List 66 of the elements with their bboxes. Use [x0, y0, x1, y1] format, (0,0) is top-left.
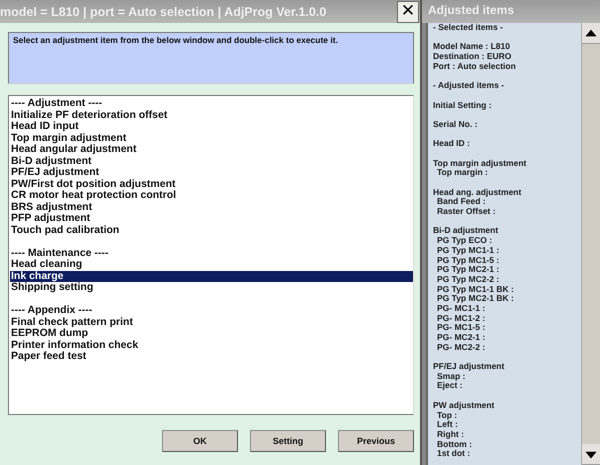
info-line: PG Typ MC2-1 BK : [436, 294, 515, 304]
info-line: PG Typ MC1-1 : [436, 246, 500, 256]
list-item[interactable]: CR motor heat protection control [10, 190, 413, 202]
panel-title: Adjusted items [422, 0, 600, 23]
scroll-down-icon[interactable] [582, 444, 600, 465]
info-line: PG- MC2-2 : [436, 342, 486, 352]
info-line: PG- MC1-1 : [436, 304, 486, 314]
info-line: Serial No. : [433, 120, 478, 130]
list-item[interactable]: Bi-D adjustment [10, 156, 413, 167]
scroll-up-icon[interactable] [582, 23, 600, 44]
scrollbar[interactable] [581, 23, 600, 465]
info-line: Head ang. adjustment [433, 188, 522, 198]
info-line: PG Typ ECO : [436, 236, 494, 246]
info-line: PG- MC2-1 : [436, 333, 486, 343]
list-item[interactable]: PW/First dot position adjustment [10, 178, 413, 190]
info-line: Right : [436, 430, 465, 440]
dialog-button[interactable]: OK [162, 430, 238, 452]
info-line: Top margin : [437, 168, 488, 178]
info-line: Bottom : [436, 440, 473, 450]
info-line: PG Typ MC2-1 : [436, 265, 500, 275]
info-line: PG- MC1-5 : [436, 323, 486, 333]
instruction-text: Select an adjustment item from the below window and double-click to execute it. [13, 35, 339, 45]
info-line: - Selected items - [433, 23, 504, 33]
list-item[interactable]: Top margin adjustment [10, 132, 413, 144]
list-item[interactable]: PFP adjustment [10, 213, 413, 224]
list-item[interactable]: Initialize PF deterioration offset [10, 110, 413, 121]
section-heading: ---- Maintenance ---- [10, 248, 110, 259]
info-line: Eject : [436, 381, 464, 392]
info-line: PF/EJ adjustment [433, 362, 506, 372]
list-item[interactable]: EEPROM dump [10, 328, 413, 340]
info-line: Port : Auto selection [433, 62, 517, 72]
section-heading: ---- Adjustment ---- [10, 98, 104, 110]
list-item[interactable]: Shipping setting [10, 282, 413, 294]
list-item[interactable]: Paper feed test [10, 351, 413, 362]
info-line: Model Name : L810 [433, 42, 511, 52]
list-item[interactable]: Final check pattern print [10, 316, 413, 328]
list-item[interactable]: Ink charge [10, 270, 413, 282]
info-line: Top : [436, 410, 458, 420]
info-line: 1st dot : [436, 449, 472, 459]
info-line: Bi-D adjustment [433, 226, 500, 236]
info-line: Smap : [436, 372, 466, 382]
close-button[interactable]: ✕ [397, 0, 419, 22]
list-item[interactable]: BRS adjustment [10, 202, 413, 213]
list-item[interactable]: Head ID input [10, 121, 413, 132]
info-line: PG Typ MC2-2 : [436, 274, 500, 285]
info-line: PG Typ MC1-5 : [436, 256, 500, 266]
window-title: model = L810 | port = Auto selection | AdjProg Ver.1.0.0 [0, 4, 326, 18]
list-item[interactable]: Head angular adjustment [10, 144, 413, 156]
info-line: PG Typ MC1-1 BK : [436, 284, 515, 294]
list-item[interactable]: Printer information check [10, 340, 413, 351]
list-item[interactable]: Touch pad calibration [10, 224, 413, 236]
info-line: Initial Setting : [433, 100, 493, 110]
list-item[interactable]: PF/EJ adjustment [10, 167, 413, 178]
info-line: PG- MC1-2 : [436, 314, 486, 324]
list-item[interactable]: Head cleaning [10, 259, 413, 270]
section-heading: ---- Appendix ---- [10, 305, 94, 316]
info-line: Top margin adjustment [433, 158, 528, 168]
info-line: Left : [436, 420, 459, 430]
dialog-button[interactable]: Previous [338, 430, 414, 452]
info-line: Head ID : [433, 139, 471, 149]
info-line: Destination : EURO [433, 52, 512, 62]
info-line: - Adjusted items - [433, 81, 505, 91]
info-line: PW adjustment [433, 400, 496, 410]
dialog-button[interactable]: Setting [250, 430, 326, 452]
info-line: Band Feed : [436, 197, 486, 208]
info-line: Raster Offset : [436, 207, 497, 217]
